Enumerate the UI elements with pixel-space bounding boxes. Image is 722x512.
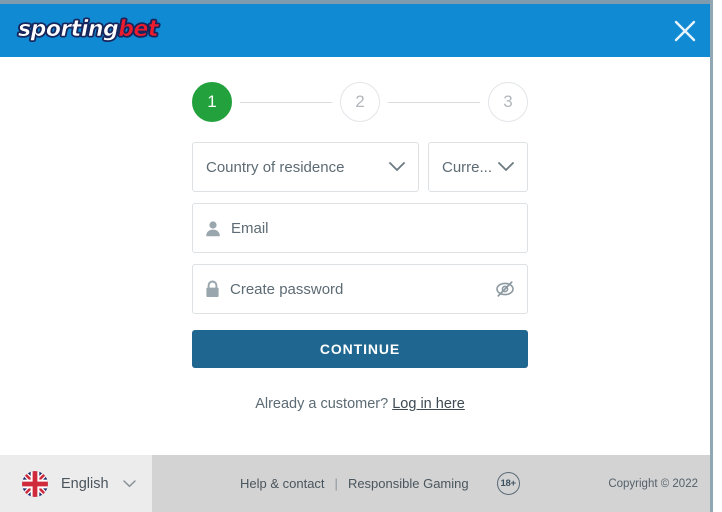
registration-modal: sportingbet 1 2 3 Country of residence C…: [0, 0, 722, 512]
modal-body: 1 2 3 Country of residence Curre... Emai…: [0, 57, 712, 455]
language-label: English: [61, 475, 109, 492]
email-field[interactable]: Email: [192, 203, 528, 253]
stepper-step-1[interactable]: 1: [192, 82, 232, 122]
country-of-residence-select[interactable]: Country of residence: [192, 142, 419, 192]
registration-form: Country of residence Curre... Email Crea…: [192, 142, 528, 412]
eye-off-icon[interactable]: [495, 279, 515, 299]
responsible-gaming-link[interactable]: Responsible Gaming: [348, 476, 469, 491]
stepper-step-3[interactable]: 3: [488, 82, 528, 122]
password-placeholder: Create password: [230, 280, 344, 298]
stepper-connector-2: [388, 102, 480, 103]
log-in-here-link[interactable]: Log in here: [392, 396, 465, 412]
close-icon[interactable]: [670, 16, 700, 46]
lock-icon: [205, 280, 220, 298]
modal-header: sportingbet: [0, 4, 712, 57]
email-placeholder: Email: [231, 219, 269, 237]
login-prompt-text: Already a customer?: [255, 396, 389, 412]
continue-button[interactable]: CONTINUE: [192, 330, 528, 368]
currency-select-label: Curre...: [442, 158, 493, 176]
currency-select[interactable]: Curre...: [428, 142, 528, 192]
language-selector[interactable]: English: [0, 455, 152, 512]
copyright-text: Copyright © 2022: [608, 477, 698, 490]
uk-flag-icon: [22, 470, 48, 497]
stepper-connector-1: [240, 102, 332, 103]
sportingbet-logo: sportingbet: [18, 17, 159, 42]
footer-separator: |: [334, 476, 338, 491]
logo-text-sporting: sporting: [18, 17, 119, 42]
chevron-down-icon: [389, 162, 405, 172]
chevron-down-icon: [122, 479, 136, 488]
window-right-edge: [712, 0, 722, 512]
selects-row: Country of residence Curre...: [192, 142, 528, 192]
age-restriction-badge: 18+: [496, 472, 520, 495]
footer-links: Help & contact | Responsible Gaming 18+: [240, 455, 520, 512]
registration-stepper: 1 2 3: [192, 82, 528, 122]
country-select-label: Country of residence: [206, 158, 345, 176]
help-and-contact-link[interactable]: Help & contact: [240, 476, 325, 491]
stepper-step-2[interactable]: 2: [340, 82, 380, 122]
login-prompt-row: Already a customer? Log in here: [192, 396, 528, 412]
modal-footer: English Help & contact | Responsible Gam…: [0, 455, 712, 512]
window-right-scrollbar[interactable]: [710, 0, 713, 512]
user-icon: [205, 220, 221, 237]
chevron-down-icon: [498, 162, 514, 172]
password-field[interactable]: Create password: [192, 264, 528, 314]
logo-text-bet: bet: [118, 17, 159, 42]
